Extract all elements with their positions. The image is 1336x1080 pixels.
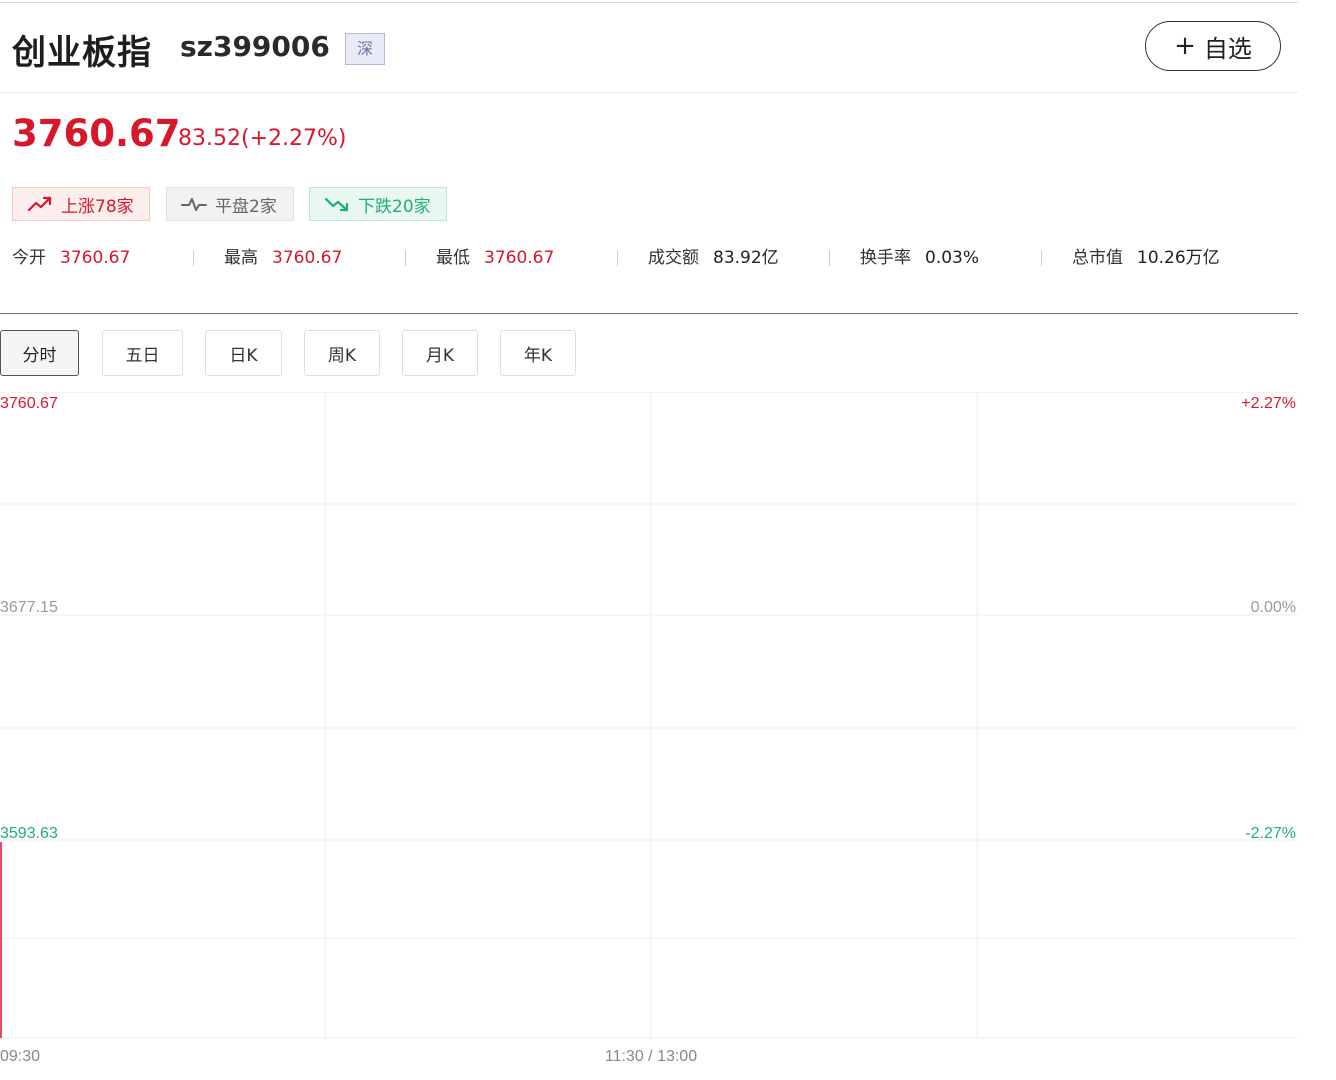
y-axis-label-left: 3677.15 <box>0 599 58 616</box>
chart-grid <box>0 392 1298 1039</box>
stat-separator <box>1041 250 1042 266</box>
y-axis-label-right: +2.27% <box>1241 395 1296 412</box>
stat-turnover-rate: 换手率 0.03% <box>860 244 979 272</box>
stat-value: 3760.67 <box>272 248 343 268</box>
stat-separator <box>193 250 194 266</box>
stat-label: 最高 <box>224 248 258 268</box>
stat-open: 今开 3760.67 <box>12 244 130 272</box>
stock-code: sz399006 <box>180 30 330 63</box>
stat-value: 83.92亿 <box>713 248 779 268</box>
y-axis-label-right: 0.00% <box>1251 599 1296 616</box>
stat-value: 10.26万亿 <box>1137 248 1220 268</box>
market-badge: 深 <box>345 33 385 65</box>
stat-turnover-amount: 成交额 83.92亿 <box>648 244 779 272</box>
rise-count-tag: 上涨78家 <box>12 187 150 221</box>
watch-label: 自选 <box>1203 34 1252 63</box>
y-axis-label-left: 3593.63 <box>0 825 58 842</box>
chart-labels: 3760.67 3677.15 3593.63 +2.27% 0.00% -2.27% 09… <box>0 395 1296 1065</box>
stat-separator <box>405 250 406 266</box>
tab-monthly-k[interactable]: 月K <box>402 330 478 376</box>
stat-high: 最高 3760.67 <box>224 244 342 272</box>
rise-count-label: 上涨78家 <box>61 196 134 217</box>
stat-low: 最低 3760.67 <box>436 244 554 272</box>
stat-value: 0.03% <box>925 248 980 268</box>
section-divider <box>0 313 1298 314</box>
flat-count-label: 平盘2家 <box>215 196 277 217</box>
stat-label: 今开 <box>12 248 46 268</box>
tab-yearly-k[interactable]: 年K <box>500 330 576 376</box>
x-axis-label: 11:30 / 13:00 <box>605 1048 697 1065</box>
add-watchlist-button[interactable]: + 自选 <box>1145 21 1281 71</box>
stat-label: 最低 <box>436 248 470 268</box>
trend-up-icon <box>27 196 52 212</box>
tab-five-day[interactable]: 五日 <box>102 330 183 376</box>
current-price: 3760.67 <box>12 112 181 155</box>
stat-label: 换手率 <box>860 248 911 268</box>
tab-intraday[interactable]: 分时 <box>0 330 79 376</box>
stock-header: 创业板指 sz399006 深 + 自选 <box>0 3 1298 93</box>
stat-value: 3760.67 <box>60 248 131 268</box>
stat-label: 成交额 <box>648 248 699 268</box>
tab-daily-k[interactable]: 日K <box>205 330 282 376</box>
stock-name: 创业板指 <box>12 33 152 73</box>
price-change: 83.52(+2.27%) <box>178 126 347 151</box>
trend-down-icon <box>324 197 349 212</box>
fall-count-label: 下跌20家 <box>358 196 431 217</box>
y-axis-label-left: 3760.67 <box>0 395 58 412</box>
stats-row: 今开 3760.67 最高 3760.67 最低 3760.67 成交额 83.92亿 … <box>12 244 1292 272</box>
stat-separator <box>617 250 618 266</box>
intraday-chart: 3760.67 3677.15 3593.63 +2.27% 0.00% -2.27% 09… <box>0 392 1298 1065</box>
plus-icon: + <box>1174 31 1196 61</box>
pulse-icon <box>181 198 207 211</box>
x-axis-label: 09:30 <box>0 1048 40 1065</box>
stat-separator <box>829 250 830 266</box>
tab-weekly-k[interactable]: 周K <box>304 330 380 376</box>
stat-value: 3760.67 <box>484 248 555 268</box>
stat-market-cap: 总市值 10.26万亿 <box>1072 244 1220 272</box>
stat-label: 总市值 <box>1072 248 1123 268</box>
y-axis-label-right: -2.27% <box>1245 825 1296 842</box>
fall-count-tag: 下跌20家 <box>309 187 447 221</box>
flat-count-tag: 平盘2家 <box>166 187 294 221</box>
